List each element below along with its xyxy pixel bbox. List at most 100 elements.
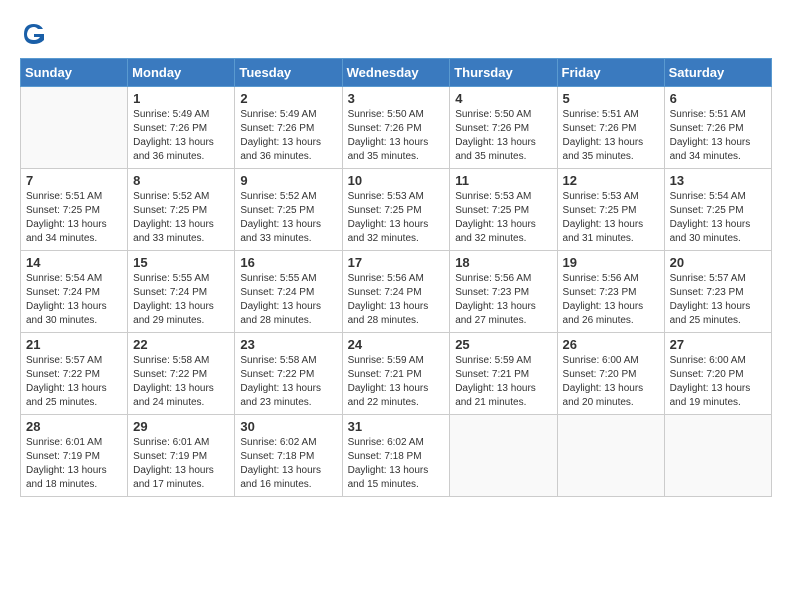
day-info: Sunrise: 6:02 AM Sunset: 7:18 PM Dayligh… [348,436,445,492]
week-row-3: 14 Sunrise: 5:54 AM Sunset: 7:24 PM Dayli… [21,251,772,333]
day-info: Sunrise: 6:02 AM Sunset: 7:18 PM Dayligh… [240,436,336,492]
day-info: Sunrise: 5:57 AM Sunset: 7:23 PM Dayligh… [670,272,766,328]
day-number: 22 [133,337,229,352]
calendar-cell: 2 Sunrise: 5:49 AM Sunset: 7:26 PM Daylig… [235,87,342,169]
day-info: Sunrise: 5:50 AM Sunset: 7:26 PM Dayligh… [348,108,445,164]
header-row: SundayMondayTuesdayWednesdayThursdayFrid… [21,59,772,87]
calendar-cell: 28 Sunrise: 6:01 AM Sunset: 7:19 PM Dayli… [21,415,128,497]
day-number: 18 [455,255,551,270]
calendar-cell: 9 Sunrise: 5:52 AM Sunset: 7:25 PM Daylig… [235,169,342,251]
header-friday: Friday [557,59,664,87]
day-number: 21 [26,337,122,352]
day-number: 12 [563,173,659,188]
calendar-cell: 22 Sunrise: 5:58 AM Sunset: 7:22 PM Dayli… [128,333,235,415]
day-info: Sunrise: 5:49 AM Sunset: 7:26 PM Dayligh… [133,108,229,164]
day-info: Sunrise: 5:49 AM Sunset: 7:26 PM Dayligh… [240,108,336,164]
day-info: Sunrise: 5:55 AM Sunset: 7:24 PM Dayligh… [240,272,336,328]
day-info: Sunrise: 5:53 AM Sunset: 7:25 PM Dayligh… [563,190,659,246]
day-info: Sunrise: 5:56 AM Sunset: 7:24 PM Dayligh… [348,272,445,328]
day-info: Sunrise: 6:01 AM Sunset: 7:19 PM Dayligh… [133,436,229,492]
day-info: Sunrise: 5:51 AM Sunset: 7:26 PM Dayligh… [563,108,659,164]
day-number: 11 [455,173,551,188]
calendar-cell: 3 Sunrise: 5:50 AM Sunset: 7:26 PM Daylig… [342,87,450,169]
header-wednesday: Wednesday [342,59,450,87]
day-info: Sunrise: 6:00 AM Sunset: 7:20 PM Dayligh… [563,354,659,410]
calendar-cell: 15Sunrise: 5:55 AM Sunset: 7:24 PM Dayli… [128,251,235,333]
day-number: 14 [26,255,122,270]
day-info: Sunrise: 5:54 AM Sunset: 7:25 PM Dayligh… [670,190,766,246]
day-number: 26 [563,337,659,352]
day-number: 25 [455,337,551,352]
calendar-cell: 8 Sunrise: 5:52 AM Sunset: 7:25 PM Daylig… [128,169,235,251]
day-info: Sunrise: 5:53 AM Sunset: 7:25 PM Dayligh… [348,190,445,246]
header-tuesday: Tuesday [235,59,342,87]
day-info: Sunrise: 5:51 AM Sunset: 7:25 PM Dayligh… [26,190,122,246]
calendar-cell: 6 Sunrise: 5:51 AM Sunset: 7:26 PM Daylig… [664,87,771,169]
week-row-2: 7 Sunrise: 5:51 AM Sunset: 7:25 PM Daylig… [21,169,772,251]
header-sunday: Sunday [21,59,128,87]
calendar-cell: 13 Sunrise: 5:54 AM Sunset: 7:25 PM Dayli… [664,169,771,251]
calendar-cell: 20 Sunrise: 5:57 AM Sunset: 7:23 PM Dayli… [664,251,771,333]
week-row-4: 21 Sunrise: 5:57 AM Sunset: 7:22 PM Dayli… [21,333,772,415]
day-info: Sunrise: 5:51 AM Sunset: 7:26 PM Dayligh… [670,108,766,164]
header-saturday: Saturday [664,59,771,87]
calendar-cell [664,415,771,497]
calendar-cell: 14 Sunrise: 5:54 AM Sunset: 7:24 PM Dayli… [21,251,128,333]
calendar-cell: 19Sunrise: 5:56 AM Sunset: 7:23 PM Dayli… [557,251,664,333]
day-number: 13 [670,173,766,188]
calendar-cell: 25 Sunrise: 5:59 AM Sunset: 7:21 PM Dayli… [450,333,557,415]
day-number: 9 [240,173,336,188]
day-number: 10 [348,173,445,188]
calendar-cell: 7 Sunrise: 5:51 AM Sunset: 7:25 PM Daylig… [21,169,128,251]
day-info: Sunrise: 5:56 AM Sunset: 7:23 PM Dayligh… [563,272,659,328]
day-number: 29 [133,419,229,434]
day-number: 30 [240,419,336,434]
day-number: 1 [133,91,229,106]
calendar-cell [21,87,128,169]
page-header [20,20,772,48]
day-number: 8 [133,173,229,188]
logo-icon [20,20,48,48]
calendar: SundayMondayTuesdayWednesdayThursdayFrid… [20,58,772,497]
calendar-cell: 4Sunrise: 5:50 AM Sunset: 7:26 PM Daylig… [450,87,557,169]
day-number: 17 [348,255,445,270]
calendar-cell [450,415,557,497]
day-info: Sunrise: 5:56 AM Sunset: 7:23 PM Dayligh… [455,272,551,328]
day-info: Sunrise: 5:59 AM Sunset: 7:21 PM Dayligh… [455,354,551,410]
day-info: Sunrise: 5:52 AM Sunset: 7:25 PM Dayligh… [240,190,336,246]
day-info: Sunrise: 5:59 AM Sunset: 7:21 PM Dayligh… [348,354,445,410]
day-info: Sunrise: 5:57 AM Sunset: 7:22 PM Dayligh… [26,354,122,410]
day-number: 31 [348,419,445,434]
day-number: 23 [240,337,336,352]
calendar-cell: 1 Sunrise: 5:49 AM Sunset: 7:26 PM Daylig… [128,87,235,169]
week-row-5: 28 Sunrise: 6:01 AM Sunset: 7:19 PM Dayli… [21,415,772,497]
calendar-cell: 11 Sunrise: 5:53 AM Sunset: 7:25 PM Dayli… [450,169,557,251]
day-number: 28 [26,419,122,434]
day-info: Sunrise: 6:01 AM Sunset: 7:19 PM Dayligh… [26,436,122,492]
calendar-cell: 10 Sunrise: 5:53 AM Sunset: 7:25 PM Dayli… [342,169,450,251]
week-row-1: 1 Sunrise: 5:49 AM Sunset: 7:26 PM Daylig… [21,87,772,169]
day-info: Sunrise: 5:52 AM Sunset: 7:25 PM Dayligh… [133,190,229,246]
header-thursday: Thursday [450,59,557,87]
calendar-cell: 24 Sunrise: 5:59 AM Sunset: 7:21 PM Dayli… [342,333,450,415]
calendar-cell: 27Sunrise: 6:00 AM Sunset: 7:20 PM Dayli… [664,333,771,415]
logo [20,20,52,48]
day-info: Sunrise: 5:55 AM Sunset: 7:24 PM Dayligh… [133,272,229,328]
day-info: Sunrise: 5:58 AM Sunset: 7:22 PM Dayligh… [240,354,336,410]
day-number: 20 [670,255,766,270]
calendar-cell: 30 Sunrise: 6:02 AM Sunset: 7:18 PM Dayli… [235,415,342,497]
day-number: 7 [26,173,122,188]
day-number: 16 [240,255,336,270]
header-monday: Monday [128,59,235,87]
calendar-cell [557,415,664,497]
day-number: 5 [563,91,659,106]
day-number: 24 [348,337,445,352]
day-number: 6 [670,91,766,106]
day-info: Sunrise: 5:54 AM Sunset: 7:24 PM Dayligh… [26,272,122,328]
calendar-cell: 26 Sunrise: 6:00 AM Sunset: 7:20 PM Dayli… [557,333,664,415]
day-info: Sunrise: 5:53 AM Sunset: 7:25 PM Dayligh… [455,190,551,246]
day-number: 2 [240,91,336,106]
calendar-cell: 21 Sunrise: 5:57 AM Sunset: 7:22 PM Dayli… [21,333,128,415]
day-info: Sunrise: 5:58 AM Sunset: 7:22 PM Dayligh… [133,354,229,410]
day-number: 3 [348,91,445,106]
